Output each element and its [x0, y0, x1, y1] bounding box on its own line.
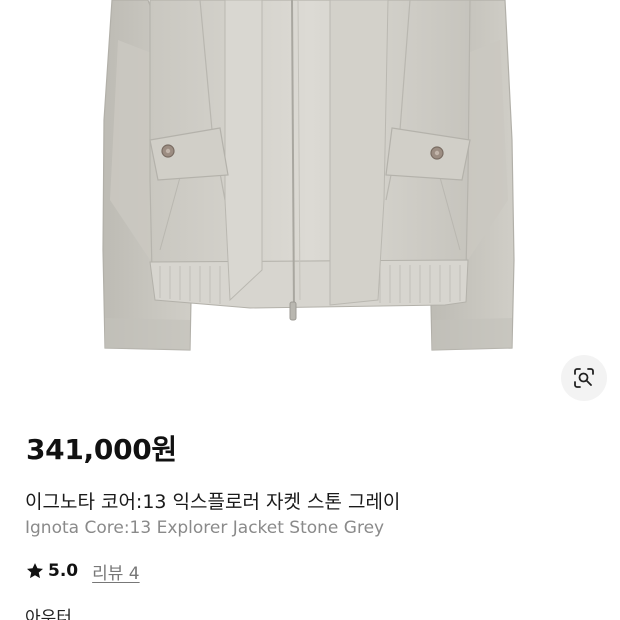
visual-search-icon [574, 368, 594, 388]
jacket-illustration [102, 0, 515, 351]
product-category[interactable]: 아우터 [25, 603, 72, 620]
product-title-english: Ignota Core:13 Explorer Jacket Stone Gre… [25, 518, 385, 538]
review-count-link[interactable]: 리뷰 4 [92, 559, 140, 584]
product-detail-page: 341,000원 이그노타 코어:13 익스플로러 자켓 스톤 그레이 Igno… [0, 0, 620, 620]
product-title-korean: 이그노타 코어:13 익스플로러 자켓 스톤 그레이 [25, 491, 401, 513]
visual-search-button[interactable] [561, 355, 607, 401]
star-icon [27, 563, 43, 579]
rating-row: 5.0 리뷰 4 [25, 559, 140, 584]
product-price: 341,000원 [26, 433, 177, 466]
product-photo[interactable] [0, 0, 620, 405]
rating-value: 5.0 [48, 561, 79, 581]
